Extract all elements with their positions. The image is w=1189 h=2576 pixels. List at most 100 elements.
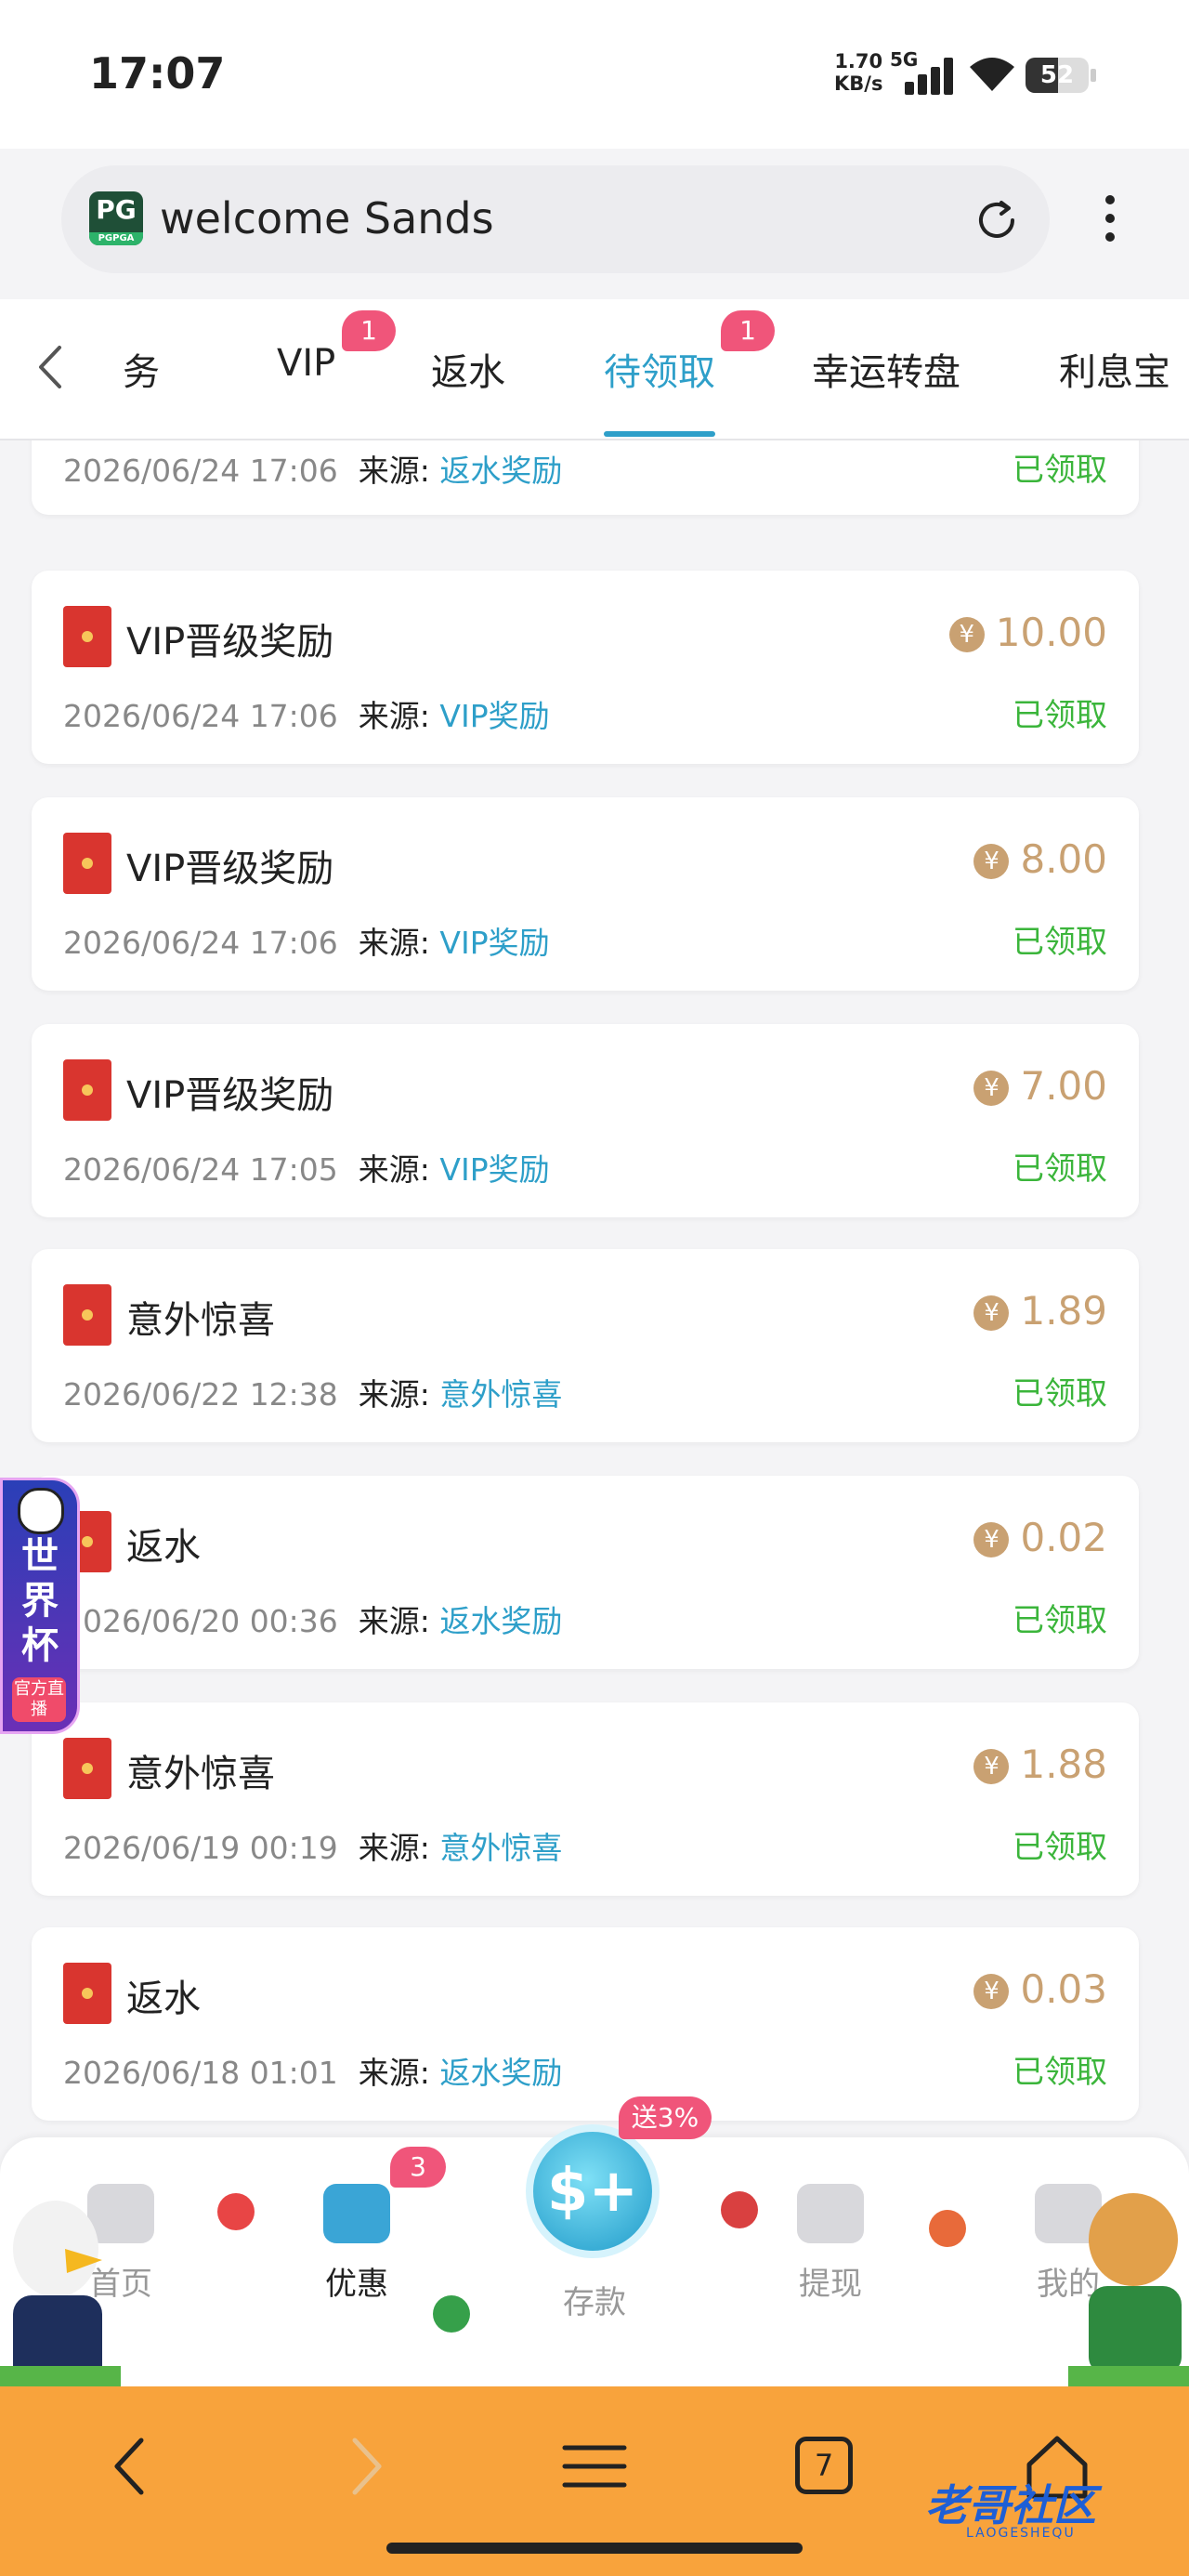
party-horn-icon xyxy=(217,2193,255,2230)
record-date: 2026/06/24 17:06 来源: VIP奖励 xyxy=(63,925,550,961)
record-amount: ¥1.88 xyxy=(973,1741,1107,1787)
yen-coin-icon: ¥ xyxy=(973,1974,1010,2009)
record-card[interactable]: VIP晋级奖励 ¥7.00 2026/06/24 17:05 来源: VIP奖励 … xyxy=(32,1024,1139,1217)
record-date: 2026/06/24 17:05 来源: VIP奖励 xyxy=(63,1151,550,1188)
watermark-logo: 老哥社区 xyxy=(925,2480,1096,2530)
record-status: 已领取 xyxy=(1013,1150,1107,1188)
red-envelope-icon xyxy=(63,1738,111,1799)
record-title: 意外惊喜 xyxy=(126,1299,275,1342)
record-status: 已领取 xyxy=(1013,2054,1107,2091)
record-card[interactable]: 返水 ¥0.03 2026/06/18 01:01 来源: 返水奖励 已领取 xyxy=(32,1927,1139,2121)
record-status: 已领取 xyxy=(1013,924,1107,961)
record-amount: ¥0.03 xyxy=(973,1966,1107,2012)
upload-icon xyxy=(797,2184,864,2243)
world-cup-float-banner[interactable]: 世界杯 官方直播 xyxy=(0,1478,80,1734)
record-card[interactable]: 返水 ¥0.02 2026/06/20 00:36 来源: 返水奖励 已领取 xyxy=(32,1476,1139,1669)
record-status: 已领取 xyxy=(1013,1602,1107,1639)
net-speed-unit: KB/s xyxy=(834,72,883,95)
record-date: 2026/06/20 00:36 来源: 返水奖励 xyxy=(63,1603,563,1639)
record-title: VIP晋级奖励 xyxy=(126,621,334,664)
record-amount: ¥1.89 xyxy=(973,1288,1107,1334)
record-title: 返水 xyxy=(126,1978,201,2020)
record-amount: ¥10.00 xyxy=(948,610,1107,655)
tab-vip[interactable]: VIP xyxy=(277,342,335,385)
world-cup-title: 世界杯 xyxy=(21,1535,59,1667)
url-text[interactable]: welcome Sands xyxy=(160,193,494,243)
reward-record-list: 2026/06/24 17:06 来源: 返水奖励 已领取 VIP晋级奖励 ¥10… xyxy=(0,440,1189,2137)
record-card[interactable]: VIP晋级奖励 ¥8.00 2026/06/24 17:06 来源: VIP奖励 … xyxy=(32,797,1139,991)
nav-promotions[interactable]: 优惠 xyxy=(292,2184,422,2304)
record-date: 2026/06/19 00:19 来源: 意外惊喜 xyxy=(63,1830,563,1866)
record-card[interactable]: 2026/06/24 17:06 来源: 返水奖励 已领取 xyxy=(32,440,1139,515)
tab-lucky-wheel[interactable]: 幸运转盘 xyxy=(812,342,960,396)
record-status: 已领取 xyxy=(1013,1829,1107,1866)
signal-icon xyxy=(905,58,953,95)
nav-deposit[interactable]: 存款 xyxy=(529,2277,660,2322)
yen-coin-icon: ¥ xyxy=(973,1071,1010,1106)
world-cup-logo-icon xyxy=(433,2295,470,2333)
back-icon[interactable] xyxy=(95,2429,169,2504)
red-envelope-icon xyxy=(63,1059,111,1121)
yen-coin-icon: ¥ xyxy=(973,1749,1010,1784)
more-menu-icon[interactable] xyxy=(1096,190,1124,255)
reload-icon[interactable] xyxy=(972,195,1022,245)
home-indicator xyxy=(386,2543,803,2554)
record-date: 2026/06/24 17:06 来源: 返水奖励 xyxy=(63,453,563,489)
forward-icon[interactable] xyxy=(327,2429,401,2504)
nav-promotions-label: 优惠 xyxy=(325,2266,388,2303)
tab-rebate[interactable]: 返水 xyxy=(431,342,505,396)
tab-vip-badge: 1 xyxy=(342,310,396,351)
wifi-icon xyxy=(970,58,1014,91)
deposit-promo-tag: 送3% xyxy=(619,2096,712,2139)
site-logo-icon: PG PGPGA xyxy=(89,191,143,245)
tab-tasks[interactable]: 任务 xyxy=(123,342,160,392)
record-card[interactable]: 意外惊喜 ¥1.89 2026/06/22 12:38 来源: 意外惊喜 已领取 xyxy=(32,1249,1139,1442)
record-date: 2026/06/22 12:38 来源: 意外惊喜 xyxy=(63,1376,563,1413)
record-title: 意外惊喜 xyxy=(126,1753,275,1795)
soccer-ball-icon xyxy=(18,1488,64,1534)
red-envelope-icon xyxy=(63,1284,111,1346)
record-status: 已领取 xyxy=(1013,697,1107,734)
record-date: 2026/06/24 17:06 来源: VIP奖励 xyxy=(63,698,550,734)
red-envelope-icon xyxy=(63,833,111,894)
jaguar-mascot-icon xyxy=(1068,2193,1189,2386)
tab-count: 7 xyxy=(795,2437,853,2494)
site-logo-subtext: PGPGA xyxy=(89,232,143,245)
yen-coin-icon: ¥ xyxy=(973,1295,1010,1331)
record-status: 已领取 xyxy=(1013,452,1107,489)
party-horn-icon xyxy=(929,2210,966,2247)
nav-withdraw[interactable]: 提现 xyxy=(765,2184,895,2304)
status-bar: 17:07 1.70 KB/s 5G 52 xyxy=(0,0,1189,149)
eagle-mascot-icon xyxy=(0,2201,121,2386)
tabs-back-chevron-icon[interactable] xyxy=(33,344,67,390)
menu-icon[interactable] xyxy=(557,2429,632,2504)
nav-deposit-label: 存款 xyxy=(563,2284,626,2321)
record-title: VIP晋级奖励 xyxy=(126,1074,334,1117)
red-envelope-icon xyxy=(63,1963,111,2024)
yen-coin-icon: ¥ xyxy=(973,844,1010,879)
record-card[interactable]: VIP晋级奖励 ¥10.00 2026/06/24 17:06 来源: VIP奖励… xyxy=(32,571,1139,764)
status-time: 17:07 xyxy=(89,48,226,99)
record-amount: ¥0.02 xyxy=(973,1515,1107,1560)
tab-interest[interactable]: 利息宝 xyxy=(1059,342,1170,396)
address-bar[interactable]: PG PGPGA welcome Sands xyxy=(61,165,1050,273)
record-date: 2026/06/18 01:01 来源: 返水奖励 xyxy=(63,2055,563,2091)
tab-pending[interactable]: 待领取 xyxy=(604,342,715,396)
tab-pending-badge: 1 xyxy=(721,310,775,351)
active-tab-indicator xyxy=(604,431,715,437)
nav-withdraw-label: 提现 xyxy=(799,2266,862,2303)
deposit-coin-button[interactable]: $+ xyxy=(526,2124,660,2258)
tabs-switcher-button[interactable]: 7 xyxy=(788,2429,862,2504)
goalkeeper-glove-icon xyxy=(721,2191,758,2228)
net-speed-value: 1.70 xyxy=(834,50,883,72)
battery-percent: 52 xyxy=(1039,61,1075,89)
record-amount: ¥8.00 xyxy=(973,836,1107,882)
record-title: VIP晋级奖励 xyxy=(126,848,334,890)
record-card[interactable]: 意外惊喜 ¥1.88 2026/06/19 00:19 来源: 意外惊喜 已领取 xyxy=(32,1702,1139,1896)
gift-icon xyxy=(323,2184,390,2243)
yen-coin-icon: ¥ xyxy=(948,617,985,652)
net-speed: 1.70 KB/s xyxy=(834,50,882,95)
category-tabs: 任务 VIP 1 返水 待领取 1 幸运转盘 利息宝 xyxy=(0,299,1189,440)
yen-coin-icon: ¥ xyxy=(973,1522,1010,1557)
red-envelope-icon xyxy=(63,606,111,667)
